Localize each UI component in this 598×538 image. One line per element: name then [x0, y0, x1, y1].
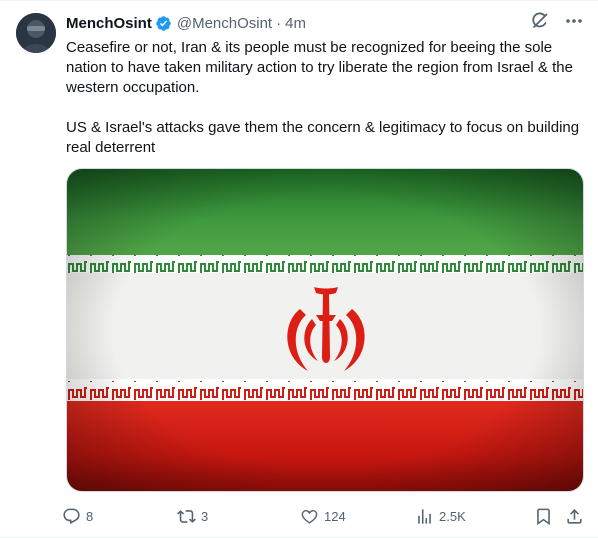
handle[interactable]: @MenchOsint: [177, 15, 272, 32]
like-button[interactable]: 124: [300, 503, 346, 529]
like-icon: [301, 509, 318, 524]
repost-count: 3: [201, 508, 209, 524]
display-name[interactable]: MenchOsint: [66, 15, 152, 32]
grok-icon[interactable]: [530, 11, 550, 31]
views-icon: [418, 508, 431, 524]
share-icon: [567, 508, 582, 524]
verified-badge-icon: [155, 15, 172, 32]
tweet-header: MenchOsint @MenchOsint · 4m: [66, 13, 306, 33]
avatar[interactable]: [16, 13, 56, 53]
more-icon[interactable]: [564, 11, 584, 31]
tweet-actions: 8 3 124 2.5K: [62, 503, 588, 529]
views-count: 2.5K: [439, 508, 466, 524]
timestamp[interactable]: 4m: [285, 15, 306, 32]
tweet-media[interactable]: [66, 168, 584, 492]
share-button[interactable]: [565, 503, 584, 529]
tweet[interactable]: MenchOsint @MenchOsint · 4m Ceasefire or: [0, 0, 598, 538]
bookmark-icon: [537, 508, 550, 525]
separator-dot: ·: [276, 14, 282, 32]
views-button[interactable]: 2.5K: [415, 503, 466, 529]
bookmark-button[interactable]: [534, 503, 553, 529]
reply-button[interactable]: 8: [62, 503, 93, 529]
tweet-text: Ceasefire or not, Iran & its people must…: [66, 39, 580, 156]
repost-button[interactable]: 3: [177, 503, 208, 529]
iran-flag-image: [67, 169, 583, 491]
repost-icon: [177, 509, 196, 523]
header-actions: [530, 11, 584, 31]
reply-count: 8: [86, 508, 94, 524]
like-count: 124: [324, 508, 346, 524]
reply-icon: [63, 508, 80, 524]
